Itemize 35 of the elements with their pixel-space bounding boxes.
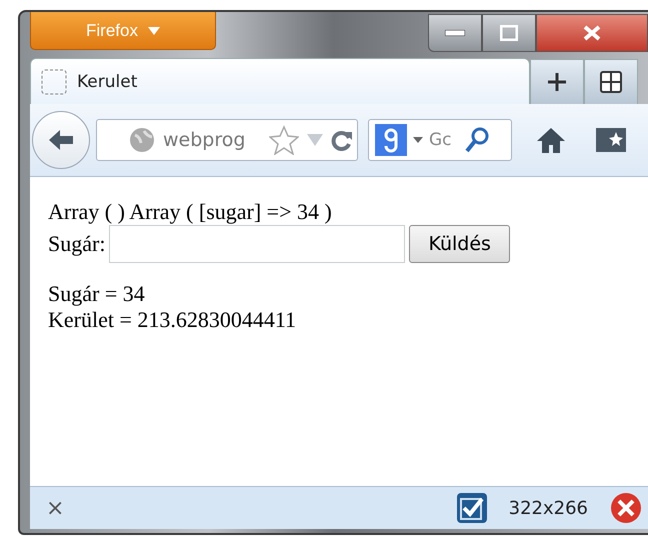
maximize-icon bbox=[500, 25, 518, 41]
window-size-text: 322x266 bbox=[508, 498, 588, 518]
reload-icon[interactable] bbox=[331, 129, 353, 151]
grid-icon bbox=[600, 71, 622, 93]
debug-output-text: Array ( ) Array ( [sugar] => 34 ) bbox=[48, 199, 333, 225]
result-text: Sugár = 34 bbox=[48, 281, 146, 307]
close-button[interactable] bbox=[536, 14, 648, 52]
minimize-icon bbox=[445, 30, 465, 36]
browser-tab[interactable]: Kerulet bbox=[30, 58, 530, 104]
error-icon[interactable] bbox=[610, 492, 642, 524]
home-icon[interactable] bbox=[536, 126, 566, 154]
globe-icon bbox=[129, 127, 155, 153]
search-placeholder: Gc bbox=[429, 130, 453, 150]
checkbox-icon[interactable] bbox=[456, 493, 487, 523]
search-icon[interactable] bbox=[465, 127, 489, 153]
submit-button[interactable]: Küldés bbox=[409, 225, 510, 263]
address-field[interactable]: webprog bbox=[96, 119, 358, 161]
plus-icon bbox=[547, 72, 567, 92]
field-label: Sugár: bbox=[48, 231, 106, 257]
new-tab-button[interactable] bbox=[530, 59, 584, 104]
address-text: webprog bbox=[163, 129, 246, 151]
dropdown-arrow-icon[interactable] bbox=[413, 137, 423, 143]
radius-input-field[interactable] bbox=[109, 225, 406, 263]
result-text: Kerület = 213.62830044411 bbox=[48, 307, 298, 333]
tab-groups-button[interactable] bbox=[584, 59, 638, 104]
bookmarks-icon[interactable] bbox=[596, 126, 626, 154]
close-addon-bar-button[interactable]: × bbox=[46, 496, 457, 520]
maximize-button[interactable] bbox=[482, 14, 536, 52]
caret-icon bbox=[148, 26, 160, 34]
star-icon[interactable] bbox=[269, 125, 299, 155]
search-field[interactable]: Gc bbox=[368, 119, 512, 161]
back-arrow-icon bbox=[47, 128, 75, 152]
close-icon bbox=[583, 25, 601, 41]
page-icon bbox=[41, 68, 67, 94]
minimize-button[interactable] bbox=[428, 14, 482, 52]
